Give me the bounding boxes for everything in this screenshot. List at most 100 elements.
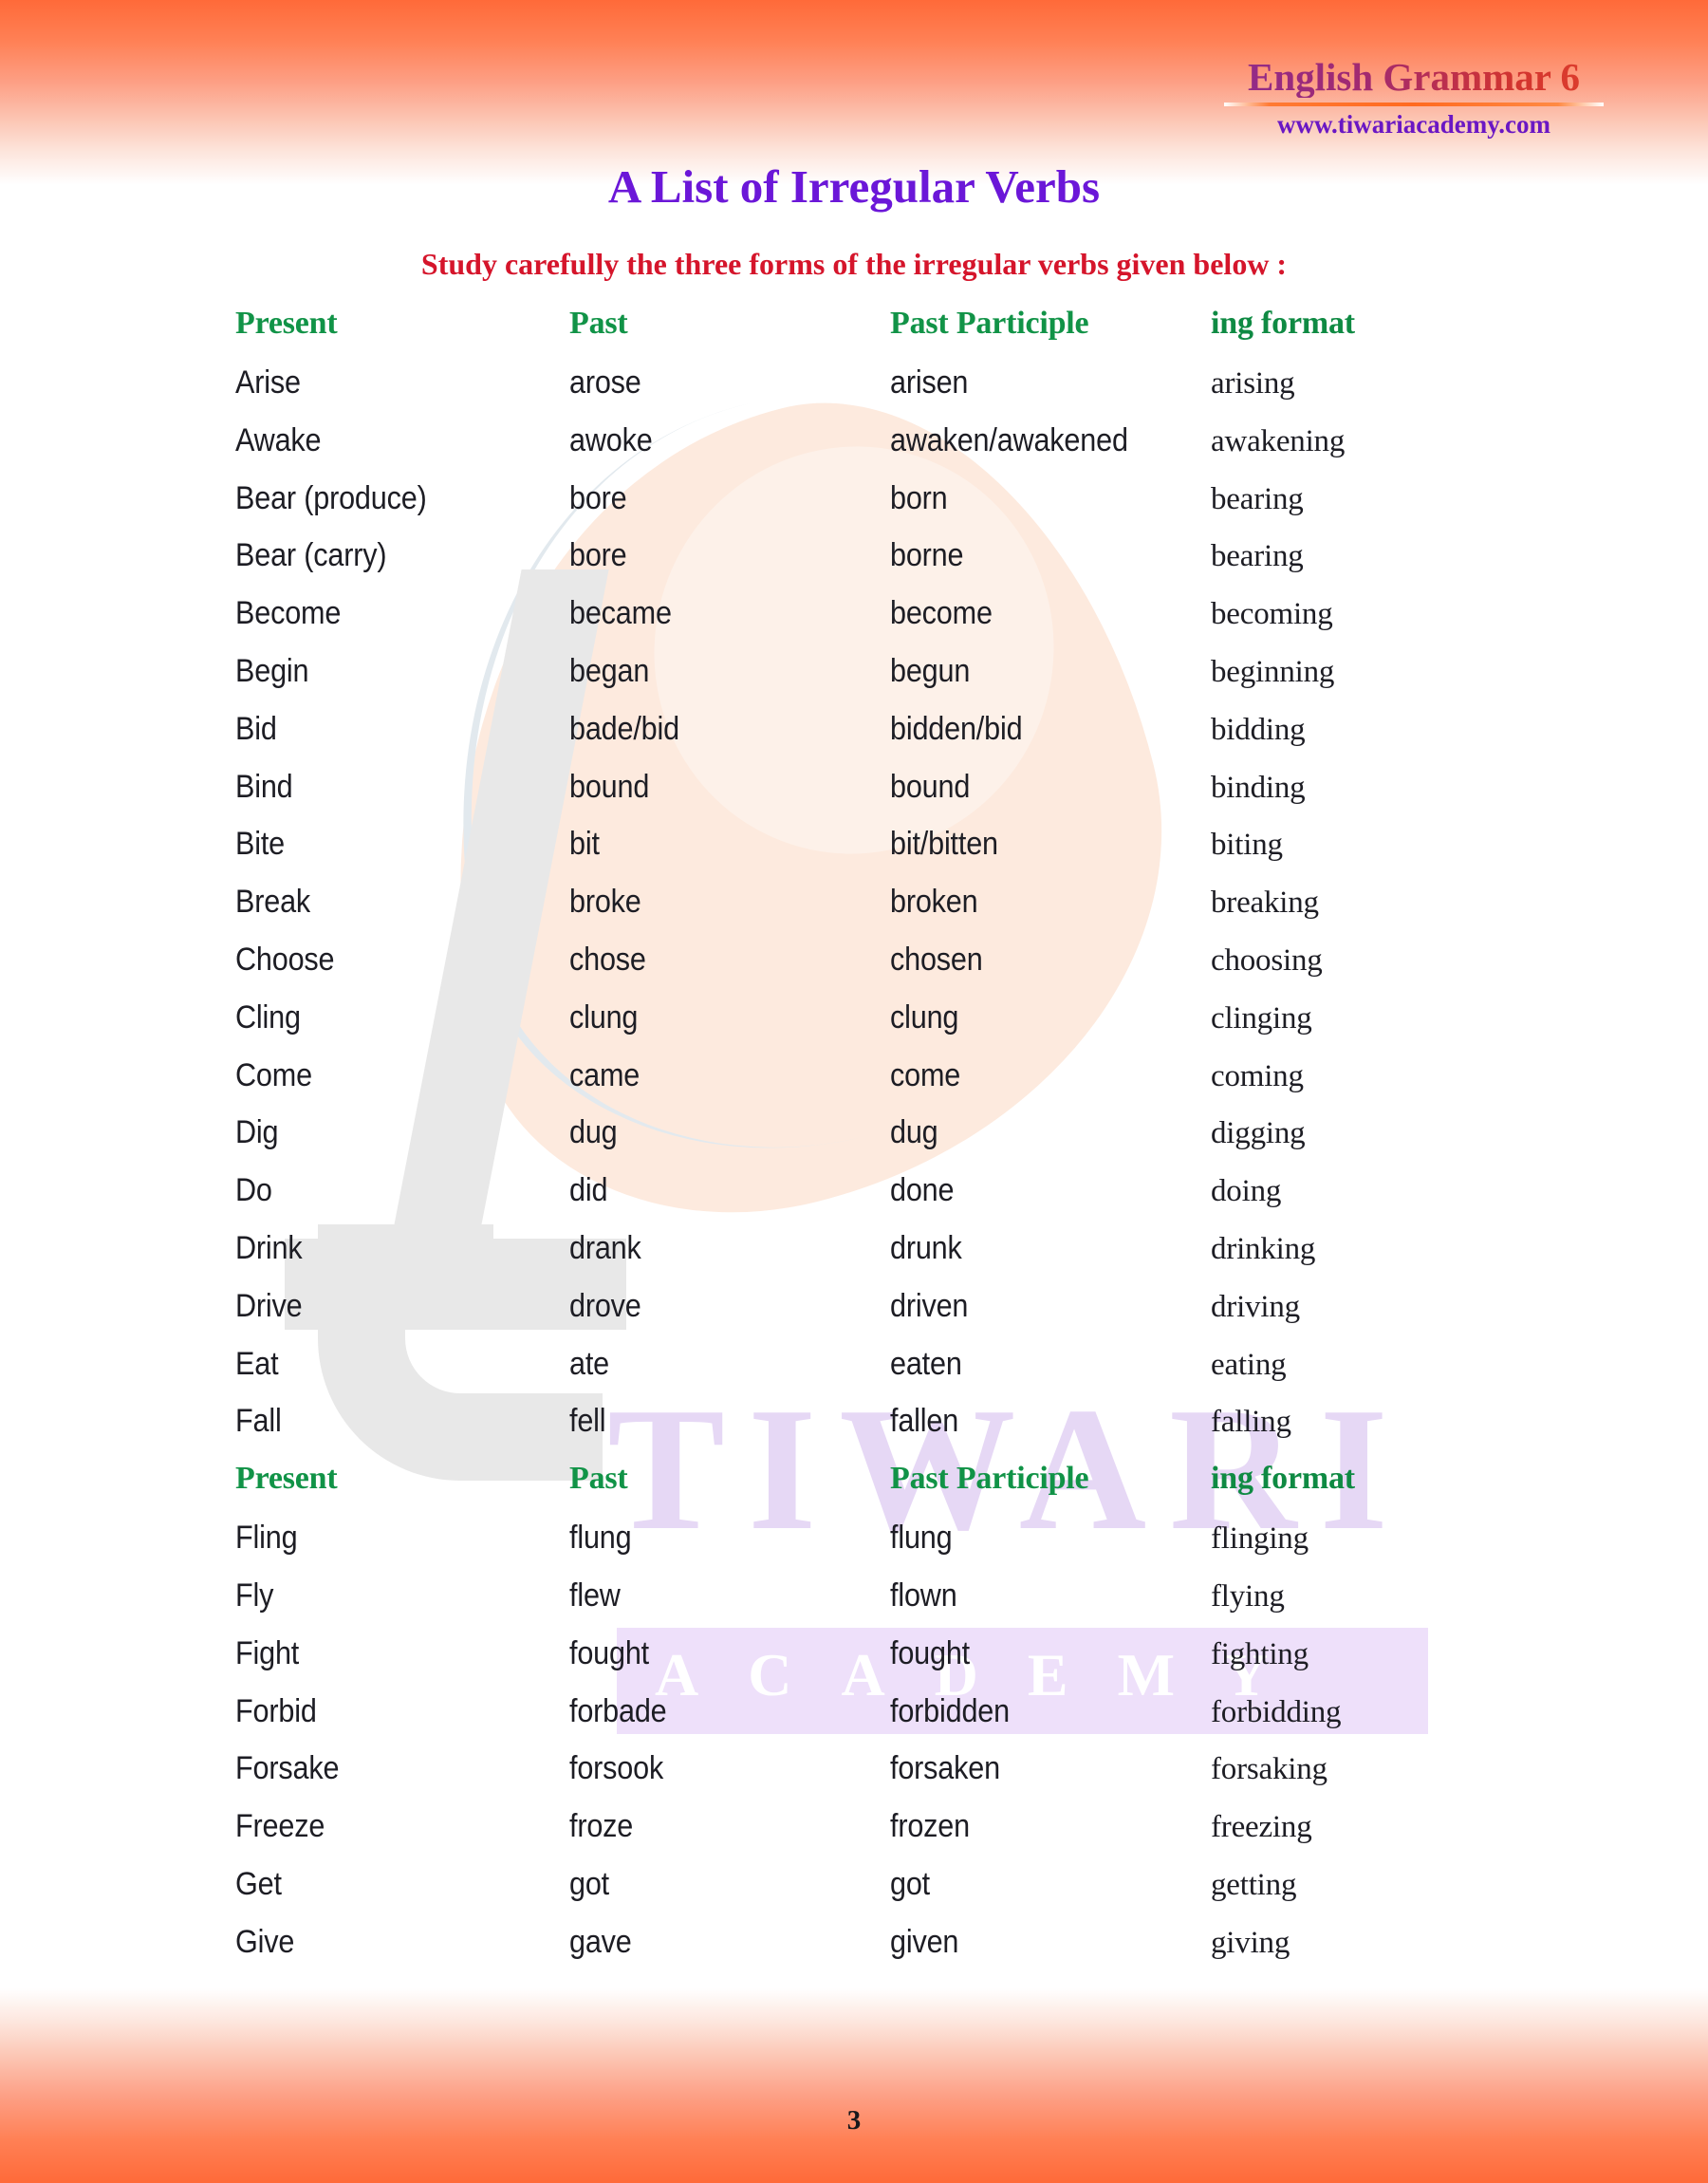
table-cell: Awake xyxy=(235,421,322,458)
table-cell: broken xyxy=(890,884,978,921)
table-cell: Bear (carry) xyxy=(235,537,387,574)
brand-website-link[interactable]: www.tiwariacademy.com xyxy=(1215,110,1613,140)
table-cell: getting xyxy=(1211,1867,1297,1902)
table-cell: begun xyxy=(890,652,971,689)
table-row: Cling clung clung clinging xyxy=(235,999,1469,1057)
table-cell: flinging xyxy=(1211,1521,1309,1557)
table-cell: forsaken xyxy=(890,1750,1000,1787)
table-cell: drinking xyxy=(1211,1231,1316,1266)
table-cell: Choose xyxy=(235,941,335,978)
table-cell: chose xyxy=(569,941,646,978)
table-cell: Forbid xyxy=(235,1692,317,1729)
table-cell: froze xyxy=(569,1808,634,1845)
table-row: Get got got getting xyxy=(235,1866,1469,1924)
table-cell: drove xyxy=(569,1287,641,1324)
table-cell: clung xyxy=(569,998,639,1036)
table-row: Freeze froze frozen freezing xyxy=(235,1808,1469,1866)
table-cell: Freeze xyxy=(235,1808,325,1845)
table-cell: clinging xyxy=(1211,1000,1312,1036)
page-subtitle: Study carefully the three forms of the i… xyxy=(420,247,1288,281)
table-cell: came xyxy=(569,1056,640,1093)
table-row: Awake awoke awaken/awakened awakening xyxy=(235,422,1469,480)
table-cell: Cling xyxy=(235,998,301,1036)
table-cell: given xyxy=(890,1923,959,1960)
table-cell: forbidden xyxy=(890,1692,1010,1729)
table-cell: flying xyxy=(1211,1578,1285,1614)
table-row: Fly flew flown flying xyxy=(235,1577,1469,1635)
table-header-row: Present Past Past Participle ing format xyxy=(235,306,1469,364)
page-number: 3 xyxy=(846,2105,862,2136)
table-row: Bite bit bit/bitten biting xyxy=(235,826,1469,884)
table-cell: became xyxy=(569,595,672,632)
table-row: Fall fell fallen falling xyxy=(235,1403,1469,1461)
table-header-row: Present Past Past Participle ing format xyxy=(235,1461,1469,1520)
table-cell: Fight xyxy=(235,1634,300,1671)
table-cell: Come xyxy=(235,1056,312,1093)
table-cell: driven xyxy=(890,1287,969,1324)
table-cell: fallen xyxy=(890,1403,959,1440)
table-row: Eat ate eaten eating xyxy=(235,1346,1469,1404)
table-cell: drunk xyxy=(890,1229,962,1266)
table-cell: giving xyxy=(1211,1925,1290,1960)
table-cell: Forsake xyxy=(235,1750,340,1787)
table-cell: biting xyxy=(1211,828,1283,863)
table-cell: bound xyxy=(890,768,971,805)
table-header-cell: Past xyxy=(569,1461,628,1497)
table-cell: Fly xyxy=(235,1577,274,1614)
table-cell: got xyxy=(569,1865,610,1902)
table-row: Dig dug dug digging xyxy=(235,1114,1469,1172)
table-row: Break broke broken breaking xyxy=(235,884,1469,942)
table-header-cell: ing format xyxy=(1211,306,1355,341)
table-cell: fighting xyxy=(1211,1636,1309,1671)
table-cell: awoke xyxy=(569,421,653,458)
table-cell: Fall xyxy=(235,1403,282,1440)
table-cell: bidden/bid xyxy=(890,710,1023,747)
table-row: Drink drank drunk drinking xyxy=(235,1230,1469,1288)
table-cell: binding xyxy=(1211,770,1306,805)
table-cell: chosen xyxy=(890,941,983,978)
table-cell: Arise xyxy=(235,364,301,401)
table-cell: Dig xyxy=(235,1114,279,1151)
table-row: Fight fought fought fighting xyxy=(235,1635,1469,1693)
table-cell: eating xyxy=(1211,1347,1287,1382)
table-cell: gave xyxy=(569,1923,632,1960)
table-cell: ate xyxy=(569,1345,610,1382)
table-cell: Bear (produce) xyxy=(235,479,427,516)
table-cell: bit/bitten xyxy=(890,826,998,863)
table-cell: Get xyxy=(235,1865,282,1902)
table-cell: doing xyxy=(1211,1174,1282,1209)
table-cell: flung xyxy=(890,1520,953,1557)
table-cell: awaken/awakened xyxy=(890,421,1128,458)
table-cell: Drink xyxy=(235,1229,303,1266)
table-cell: arisen xyxy=(890,364,969,401)
brand-header: English Grammar 6 www.tiwariacademy.com xyxy=(1215,56,1613,140)
table-row: Bear (produce) bore born bearing xyxy=(235,480,1469,538)
table-row: Bind bound bound binding xyxy=(235,769,1469,827)
table-cell: freezing xyxy=(1211,1810,1312,1845)
table-header-cell: Past Participle xyxy=(890,306,1089,341)
table-cell: Become xyxy=(235,595,342,632)
page-content: English Grammar 6 www.tiwariacademy.com … xyxy=(0,0,1708,2183)
table-cell: awakening xyxy=(1211,423,1346,458)
table-cell: coming xyxy=(1211,1058,1304,1093)
table-row: Bear (carry) bore borne bearing xyxy=(235,537,1469,595)
table-cell: arose xyxy=(569,364,641,401)
table-cell: fought xyxy=(569,1634,650,1671)
table-cell: frozen xyxy=(890,1808,970,1845)
table-cell: got xyxy=(890,1865,931,1902)
table-cell: forbidding xyxy=(1211,1694,1342,1729)
table-cell: clung xyxy=(890,998,959,1036)
brand-title: English Grammar 6 xyxy=(1215,56,1613,98)
table-cell: bearing xyxy=(1211,539,1304,574)
page-title: A List of Irregular Verbs xyxy=(607,160,1101,213)
table-cell: forsook xyxy=(569,1750,664,1787)
table-cell: bit xyxy=(569,826,600,863)
table-cell: breaking xyxy=(1211,886,1319,921)
table-row: Forbid forbade forbidden forbidding xyxy=(235,1693,1469,1751)
table-cell: bore xyxy=(569,537,627,574)
table-header-cell: Present xyxy=(235,1461,338,1497)
table-cell: Bid xyxy=(235,710,277,747)
table-cell: Do xyxy=(235,1172,272,1209)
table-cell: Bite xyxy=(235,826,286,863)
table-cell: done xyxy=(890,1172,955,1209)
